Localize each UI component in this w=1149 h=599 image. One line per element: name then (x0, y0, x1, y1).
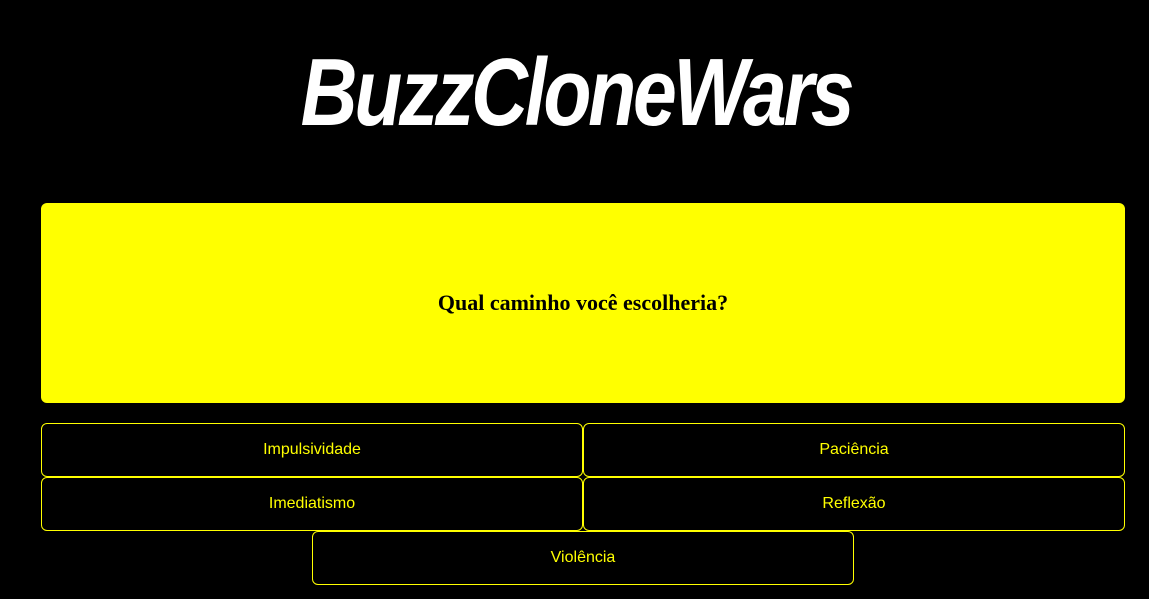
answer-button-impulsividade[interactable]: Impulsividade (41, 423, 583, 477)
question-text: Qual caminho você escolheria? (437, 290, 729, 315)
quiz-page: BuzzCloneWars Qual caminho você escolher… (0, 0, 1149, 599)
answer-button-reflexao[interactable]: Reflexão (583, 477, 1125, 531)
answer-button-imediatismo[interactable]: Imediatismo (41, 477, 583, 531)
answer-button-paciencia[interactable]: Paciência (583, 423, 1125, 477)
question-card: Qual caminho você escolheria? (41, 203, 1125, 403)
app-logo: BuzzCloneWars (300, 39, 855, 146)
answer-button-violencia[interactable]: Violência (312, 531, 854, 585)
